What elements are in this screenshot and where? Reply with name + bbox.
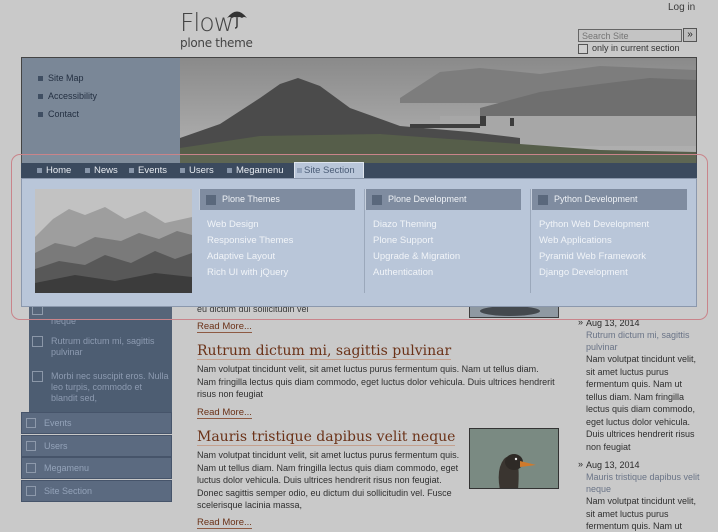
news-text: Nam volutpat tincidunt velit, sit amet l… — [586, 496, 697, 531]
subnav-item[interactable]: Rutrum dictum mi, sagittis pulvinar — [51, 336, 169, 358]
article-body: Nam volutpat tincidunt velit, sit amet l… — [197, 364, 555, 399]
accessibility-link[interactable]: Accessibility — [38, 91, 97, 101]
megamenu-link[interactable]: Python Web Development — [539, 219, 649, 230]
logo-subtitle: plone theme — [180, 36, 253, 50]
folder-icon — [538, 195, 548, 205]
folder-icon — [206, 195, 216, 205]
megamenu-link[interactable]: Rich UI with jQuery — [207, 267, 288, 278]
bullet-icon — [180, 168, 185, 173]
subnav-item[interactable]: Morbi nec suscipit eros. Nulla leo turpi… — [51, 371, 169, 404]
column-header: Plone Themes — [199, 189, 355, 210]
megamenu-link[interactable]: Adaptive Layout — [207, 251, 275, 262]
tab-news[interactable]: News — [85, 163, 118, 178]
column-header: Python Development — [531, 189, 687, 210]
read-more-link[interactable]: Read More... — [197, 407, 252, 419]
chevron-right-icon — [32, 371, 43, 382]
megamenu-link[interactable]: Diazo Theming — [373, 219, 437, 230]
news-date: Aug 13, 2014 — [578, 459, 639, 470]
banner: Site Map Accessibility Contact — [21, 57, 697, 164]
site-map-link[interactable]: Site Map — [38, 73, 84, 83]
megamenu-link[interactable]: Responsive Themes — [207, 235, 293, 246]
nav-item-site-section[interactable]: Site Section — [21, 480, 172, 502]
search-input[interactable] — [578, 29, 682, 42]
tab-label: Users — [189, 165, 214, 176]
tab-label: Home — [46, 165, 72, 176]
login-link[interactable]: Log in — [668, 2, 695, 13]
news-title-link[interactable]: Rutrum dictum mi, sagittis pulvinar — [586, 329, 701, 353]
tab-label: Megamenu — [236, 165, 284, 176]
bullet-icon — [26, 418, 36, 428]
tab-events[interactable]: Events — [129, 163, 167, 178]
news-title-link[interactable]: Mauris tristique dapibus velit neque — [586, 471, 701, 495]
article-body: Nam volutpat tincidunt velit, sit amet l… — [197, 450, 460, 510]
umbrella-icon — [227, 11, 247, 29]
site-logo[interactable]: Flow plone theme — [180, 8, 260, 50]
megamenu-link[interactable]: Plone Support — [373, 235, 433, 246]
current-section-label: only in current section — [592, 43, 680, 53]
contact-link[interactable]: Contact — [38, 109, 79, 119]
tab-site-section[interactable]: Site Section — [294, 162, 364, 178]
megamenu-link[interactable]: Upgrade & Migration — [373, 251, 460, 262]
current-section-checkbox[interactable] — [578, 44, 588, 54]
folder-icon — [372, 195, 382, 205]
tab-home[interactable]: Home — [37, 163, 71, 178]
global-nav: Home News Events Users Megamenu Site Sec… — [21, 162, 697, 178]
tab-label: Events — [138, 165, 168, 176]
bullet-icon — [26, 486, 36, 496]
site-actions: Site Map Accessibility Contact — [22, 58, 180, 163]
bullet-icon — [26, 441, 36, 451]
megamenu-link[interactable]: Web Applications — [539, 235, 612, 246]
nav-item-megamenu[interactable]: Megamenu — [21, 457, 172, 479]
bullet-icon — [85, 168, 90, 173]
search-button[interactable]: » — [683, 28, 697, 42]
tab-megamenu[interactable]: Megamenu — [227, 163, 284, 178]
tab-users[interactable]: Users — [180, 163, 214, 178]
megamenu-link[interactable]: Pyramid Web Framework — [539, 251, 646, 262]
column-title: Plone Themes — [222, 194, 280, 204]
column-title: Python Development — [554, 194, 638, 204]
megamenu-column-plone-themes: Plone Themes Web Design Responsive Theme… — [199, 189, 357, 293]
column-header: Plone Development — [365, 189, 521, 210]
bullet-icon — [297, 168, 302, 173]
bullet-icon — [129, 168, 134, 173]
bullet-icon — [227, 168, 232, 173]
chevron-right-icon — [32, 336, 43, 347]
banner-photo — [180, 58, 696, 163]
read-more-link[interactable]: Read More... — [197, 517, 252, 529]
nav-item-users[interactable]: Users — [21, 435, 172, 457]
nav-item-label: Users — [44, 441, 68, 451]
nav-item-label: Megamenu — [44, 463, 90, 473]
read-more-link[interactable]: Read More... — [197, 321, 252, 333]
megamenu-link[interactable]: Authentication — [373, 267, 433, 278]
goose-thumbnail — [469, 428, 559, 489]
mountains-image — [35, 189, 192, 293]
tab-label: Site Section — [304, 165, 355, 176]
news-text: Nam volutpat tincidunt velit, sit amet l… — [586, 354, 697, 452]
megamenu-dropdown: Plone Themes Web Design Responsive Theme… — [21, 178, 697, 307]
nav-item-label: Events — [44, 418, 72, 428]
megamenu-link[interactable]: Django Development — [539, 267, 628, 278]
megamenu-column-plone-development: Plone Development Diazo Theming Plone Su… — [364, 189, 523, 293]
article-title[interactable]: Rutrum dictum mi, sagittis pulvinar — [197, 343, 452, 360]
nav-item-label: Site Section — [44, 486, 93, 496]
tab-label: News — [94, 165, 118, 176]
article-title[interactable]: Mauris tristique dapibus velit neque — [197, 429, 456, 446]
bullet-icon — [37, 168, 42, 173]
column-title: Plone Development — [388, 194, 467, 204]
bullet-icon — [26, 463, 36, 473]
megamenu-column-python-development: Python Development Python Web Developmen… — [530, 189, 689, 293]
megamenu-link[interactable]: Web Design — [207, 219, 259, 230]
nav-item-events[interactable]: Events — [21, 412, 172, 434]
